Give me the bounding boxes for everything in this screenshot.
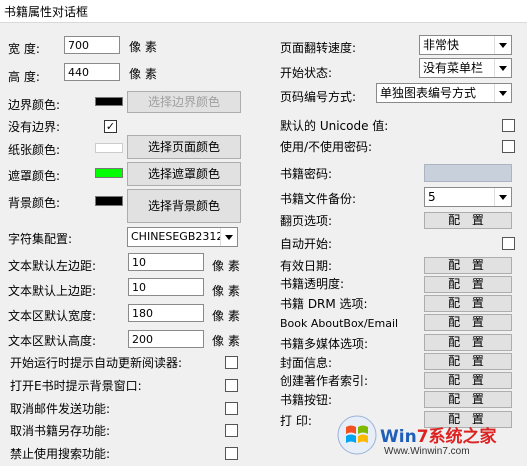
transparency-label: 书籍透明度: <box>280 277 345 291</box>
text-left-input[interactable]: 10 <box>128 253 204 271</box>
opt-auto-update-label: 开始运行时提示自动更新阅读器: <box>10 356 183 370</box>
transparency-config-button[interactable]: 配 置 <box>424 276 512 293</box>
no-border-label: 没有边界: <box>8 120 61 134</box>
buttons-label: 书籍按钮: <box>280 393 333 407</box>
flip-speed-value: 非常快 <box>423 38 460 52</box>
text-width-unit: 像 素 <box>212 309 240 323</box>
text-height-unit: 像 素 <box>212 334 240 348</box>
multimedia-config-button[interactable]: 配 置 <box>424 334 512 351</box>
use-password-label: 使用/不使用密码: <box>280 140 373 154</box>
charset-select[interactable]: CHINESEGB2312 <box>127 227 238 247</box>
opt-show-bg-checkbox[interactable] <box>225 379 238 392</box>
text-top-label: 文本默认上边距: <box>8 284 97 298</box>
autostart-checkbox[interactable] <box>502 237 515 250</box>
opt-cancel-saveas-checkbox[interactable] <box>225 424 238 437</box>
watermark-brand: Win7系统之家 <box>380 427 497 447</box>
expiry-label: 有效日期: <box>280 259 333 273</box>
flip-options-config-button[interactable]: 配 置 <box>424 212 512 229</box>
drm-config-button[interactable]: 配 置 <box>424 295 512 312</box>
height-input[interactable]: 440 <box>64 63 120 81</box>
password-label: 书籍密码: <box>280 167 333 181</box>
border-color-label: 边界颜色: <box>8 98 61 112</box>
text-width-label: 文本区默认宽度: <box>8 309 97 323</box>
mask-color-label: 遮罩颜色: <box>8 169 61 183</box>
author-index-config-button[interactable]: 配 置 <box>424 372 512 389</box>
opt-disable-search-checkbox[interactable] <box>225 447 238 460</box>
unicode-label: 默认的 Unicode 值: <box>280 119 389 133</box>
paper-color-label: 纸张颜色: <box>8 143 61 157</box>
opt-cancel-mail-checkbox[interactable] <box>225 402 238 415</box>
window-title: 书籍属性对话框 <box>4 5 89 19</box>
bg-color-label: 背景颜色: <box>8 196 61 210</box>
cover-label: 封面信息: <box>280 356 333 370</box>
opt-disable-search-label: 禁止使用搜索功能: <box>10 447 111 461</box>
chevron-down-icon[interactable] <box>494 188 511 206</box>
cover-config-button[interactable]: 配 置 <box>424 353 512 370</box>
use-password-checkbox[interactable] <box>502 140 515 153</box>
buttons-config-button[interactable]: 配 置 <box>424 391 512 408</box>
start-state-value: 没有菜单栏 <box>423 61 484 75</box>
backup-label: 书籍文件备份: <box>280 192 357 206</box>
text-height-input[interactable]: 200 <box>128 330 204 348</box>
width-unit: 像 素 <box>129 40 157 54</box>
multimedia-label: 书籍多媒体选项: <box>280 337 369 351</box>
opt-show-bg-label: 打开E书时提示背景窗口: <box>10 379 142 393</box>
chevron-down-icon[interactable] <box>494 84 511 102</box>
chevron-down-icon[interactable] <box>220 228 237 246</box>
charset-label: 字符集配置: <box>8 232 73 246</box>
aboutbox-label: Book AboutBox/Email <box>280 317 399 330</box>
text-left-unit: 像 素 <box>212 259 240 273</box>
border-color-swatch <box>95 97 123 106</box>
select-bg-color-button[interactable]: 选择背景颜色 <box>127 189 241 223</box>
width-input[interactable]: 700 <box>64 36 120 54</box>
paper-color-swatch <box>95 143 123 153</box>
opt-cancel-mail-label: 取消邮件发送功能: <box>10 402 111 416</box>
select-paper-color-button[interactable]: 选择页面颜色 <box>127 135 241 159</box>
chevron-down-icon[interactable] <box>494 59 511 77</box>
text-top-input[interactable]: 10 <box>128 278 204 296</box>
watermark-url: Www.Winwin7.com <box>384 446 470 457</box>
windows-logo-icon <box>337 415 377 455</box>
drm-label: 书籍 DRM 选项: <box>280 297 368 311</box>
width-label: 宽 度: <box>8 42 40 56</box>
flip-speed-label: 页面翻转速度: <box>280 41 357 55</box>
text-width-input[interactable]: 180 <box>128 304 204 322</box>
mask-color-swatch <box>95 168 123 178</box>
select-border-color-button[interactable]: 选择边界颜色 <box>127 91 241 113</box>
flip-speed-select[interactable]: 非常快 <box>419 35 512 55</box>
expiry-config-button[interactable]: 配 置 <box>424 257 512 274</box>
author-index-label: 创建著作者索引: <box>280 374 369 388</box>
text-height-label: 文本区默认高度: <box>8 334 97 348</box>
bg-color-swatch <box>95 196 123 206</box>
page-numbering-label: 页码编号方式: <box>280 90 357 104</box>
text-top-unit: 像 素 <box>212 284 240 298</box>
watermark: Win7系统之家 Www.Winwin7.com <box>336 414 526 464</box>
autostart-label: 自动开始: <box>280 237 333 251</box>
unicode-checkbox[interactable] <box>502 119 515 132</box>
opt-cancel-saveas-label: 取消书籍另存功能: <box>10 424 111 438</box>
opt-auto-update-checkbox[interactable] <box>225 356 238 369</box>
print-label: 打 印: <box>280 414 312 428</box>
select-mask-color-button[interactable]: 选择遮罩颜色 <box>127 162 241 186</box>
page-numbering-select[interactable]: 单独图表编号方式 <box>376 83 512 103</box>
backup-value: 5 <box>428 190 436 204</box>
text-left-label: 文本默认左边距: <box>8 259 97 273</box>
height-unit: 像 素 <box>129 67 157 81</box>
password-field[interactable] <box>424 164 512 182</box>
backup-select[interactable]: 5 <box>424 187 512 207</box>
page-numbering-value: 单独图表编号方式 <box>380 86 477 100</box>
chevron-down-icon[interactable] <box>494 36 511 54</box>
charset-value: CHINESEGB2312 <box>131 230 224 243</box>
height-label: 高 度: <box>8 70 40 84</box>
start-state-select[interactable]: 没有菜单栏 <box>419 58 512 78</box>
no-border-checkbox[interactable]: ✓ <box>104 120 117 133</box>
start-state-label: 开始状态: <box>280 66 333 80</box>
flip-options-label: 翻页选项: <box>280 214 333 228</box>
aboutbox-config-button[interactable]: 配 置 <box>424 314 512 331</box>
